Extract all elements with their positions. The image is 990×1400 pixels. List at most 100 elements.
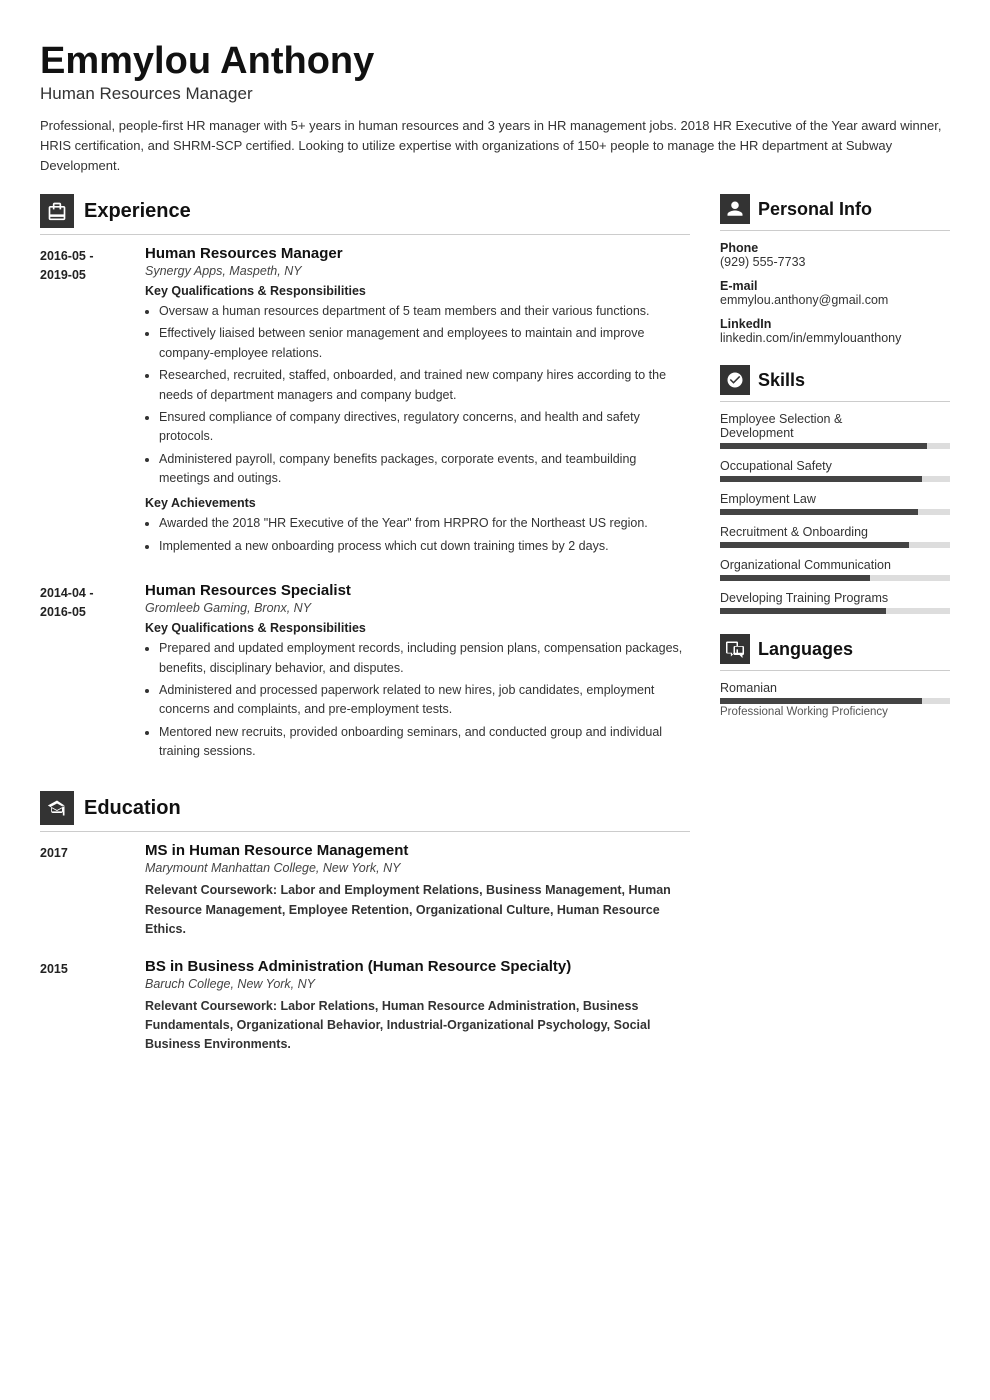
exp2-qualifications-list: Prepared and updated employment records,… — [145, 639, 690, 761]
education-icon — [40, 791, 74, 825]
skill-bar-bg-0 — [720, 443, 950, 449]
list-item: Oversaw a human resources department of … — [159, 302, 690, 321]
edu1-date: 2017 — [40, 842, 145, 939]
skill-bar-fill-3 — [720, 542, 909, 548]
exp1-date: 2016-05 -2019-05 — [40, 245, 145, 564]
education-section-header: Education — [40, 791, 690, 832]
list-item: Ensured compliance of company directives… — [159, 408, 690, 447]
languages-icon — [720, 634, 750, 664]
list-item: Administered and processed paperwork rel… — [159, 681, 690, 720]
lang-bar-bg-0 — [720, 698, 950, 704]
email-label: E-mail — [720, 279, 950, 293]
experience-entry-2: 2014-04 -2016-05 Human Resources Special… — [40, 582, 690, 769]
candidate-summary: Professional, people-first HR manager wi… — [40, 116, 950, 176]
skills-header: Skills — [720, 365, 950, 402]
list-item: Awarded the 2018 "HR Executive of the Ye… — [159, 514, 690, 533]
exp2-title: Human Resources Specialist — [145, 582, 690, 599]
exp1-qualifications-list: Oversaw a human resources department of … — [145, 302, 690, 488]
info-linkedin: LinkedIn linkedin.com/in/emmylouanthony — [720, 317, 950, 345]
left-column: Experience 2016-05 -2019-05 Human Resour… — [40, 194, 690, 1360]
experience-entry-1: 2016-05 -2019-05 Human Resources Manager… — [40, 245, 690, 564]
candidate-name: Emmylou Anthony — [40, 40, 950, 84]
skills-section: Skills Employee Selection &Development O… — [720, 365, 950, 614]
exp1-qualifications-header: Key Qualifications & Responsibilities — [145, 284, 690, 298]
exp1-title: Human Resources Manager — [145, 245, 690, 262]
phone-value: (929) 555-7733 — [720, 255, 950, 269]
info-email: E-mail emmylou.anthony@gmail.com — [720, 279, 950, 307]
exp1-achievements-list: Awarded the 2018 "HR Executive of the Ye… — [145, 514, 690, 556]
skill-item-5: Developing Training Programs — [720, 591, 950, 614]
personal-info-header: Personal Info — [720, 194, 950, 231]
skill-bar-fill-5 — [720, 608, 886, 614]
exp2-company: Gromleeb Gaming, Bronx, NY — [145, 601, 690, 615]
main-content: Experience 2016-05 -2019-05 Human Resour… — [40, 194, 950, 1360]
experience-section-header: Experience — [40, 194, 690, 235]
lang-level-0: Professional Working Proficiency — [720, 706, 950, 718]
skill-bar-fill-4 — [720, 575, 870, 581]
email-value: emmylou.anthony@gmail.com — [720, 293, 950, 307]
list-item: Implemented a new onboarding process whi… — [159, 537, 690, 556]
edu1-coursework-label: Relevant Coursework: — [145, 883, 277, 897]
resume-page: Emmylou Anthony Human Resources Manager … — [0, 0, 990, 1400]
lang-name-0: Romanian — [720, 681, 950, 695]
education-entry-2: 2015 BS in Business Administration (Huma… — [40, 958, 690, 1055]
skill-name-5: Developing Training Programs — [720, 591, 950, 605]
linkedin-value: linkedin.com/in/emmylouanthony — [720, 331, 950, 345]
exp2-date: 2014-04 -2016-05 — [40, 582, 145, 769]
edu2-school: Baruch College, New York, NY — [145, 977, 690, 991]
exp1-company: Synergy Apps, Maspeth, NY — [145, 264, 690, 278]
skill-name-1: Occupational Safety — [720, 459, 950, 473]
personal-info-title: Personal Info — [758, 199, 872, 220]
info-phone: Phone (929) 555-7733 — [720, 241, 950, 269]
resume-header: Emmylou Anthony Human Resources Manager … — [40, 40, 950, 176]
skill-bar-bg-2 — [720, 509, 950, 515]
edu2-title: BS in Business Administration (Human Res… — [145, 958, 690, 975]
skill-item-4: Organizational Communication — [720, 558, 950, 581]
skill-name-3: Recruitment & Onboarding — [720, 525, 950, 539]
skill-name-4: Organizational Communication — [720, 558, 950, 572]
education-entry-1: 2017 MS in Human Resource Management Mar… — [40, 842, 690, 939]
exp2-qualifications-header: Key Qualifications & Responsibilities — [145, 621, 690, 635]
lang-bar-fill-0 — [720, 698, 922, 704]
skill-item-2: Employment Law — [720, 492, 950, 515]
exp1-body: Human Resources Manager Synergy Apps, Ma… — [145, 245, 690, 564]
languages-title: Languages — [758, 639, 853, 660]
skill-bar-fill-2 — [720, 509, 918, 515]
skill-item-1: Occupational Safety — [720, 459, 950, 482]
exp2-body: Human Resources Specialist Gromleeb Gami… — [145, 582, 690, 769]
languages-section: Languages Romanian Professional Working … — [720, 634, 950, 718]
experience-section: Experience 2016-05 -2019-05 Human Resour… — [40, 194, 690, 769]
personal-info-section: Personal Info Phone (929) 555-7733 E-mai… — [720, 194, 950, 345]
edu1-title: MS in Human Resource Management — [145, 842, 690, 859]
list-item: Effectively liaised between senior manag… — [159, 324, 690, 363]
edu1-school: Marymount Manhattan College, New York, N… — [145, 861, 690, 875]
skills-title: Skills — [758, 370, 805, 391]
skill-item-3: Recruitment & Onboarding — [720, 525, 950, 548]
skill-item-0: Employee Selection &Development — [720, 412, 950, 449]
lang-item-0: Romanian Professional Working Proficienc… — [720, 681, 950, 718]
edu1-body: MS in Human Resource Management Marymoun… — [145, 842, 690, 939]
candidate-title: Human Resources Manager — [40, 84, 950, 104]
skill-name-2: Employment Law — [720, 492, 950, 506]
skill-bar-fill-1 — [720, 476, 922, 482]
skill-bar-bg-5 — [720, 608, 950, 614]
skill-bar-fill-0 — [720, 443, 927, 449]
edu2-coursework: Relevant Coursework: Labor Relations, Hu… — [145, 997, 690, 1055]
list-item: Prepared and updated employment records,… — [159, 639, 690, 678]
skills-icon — [720, 365, 750, 395]
skill-bar-bg-1 — [720, 476, 950, 482]
list-item: Mentored new recruits, provided onboardi… — [159, 723, 690, 762]
edu2-date: 2015 — [40, 958, 145, 1055]
skill-bar-bg-3 — [720, 542, 950, 548]
list-item: Administered payroll, company benefits p… — [159, 450, 690, 489]
exp1-achievements-header: Key Achievements — [145, 496, 690, 510]
experience-title: Experience — [84, 200, 191, 223]
edu1-coursework: Relevant Coursework: Labor and Employmen… — [145, 881, 690, 939]
phone-label: Phone — [720, 241, 950, 255]
linkedin-label: LinkedIn — [720, 317, 950, 331]
skill-name-0: Employee Selection &Development — [720, 412, 950, 440]
languages-header: Languages — [720, 634, 950, 671]
education-section: Education 2017 MS in Human Resource Mana… — [40, 791, 690, 1054]
edu2-coursework-label: Relevant Coursework: — [145, 999, 277, 1013]
list-item: Researched, recruited, staffed, onboarde… — [159, 366, 690, 405]
